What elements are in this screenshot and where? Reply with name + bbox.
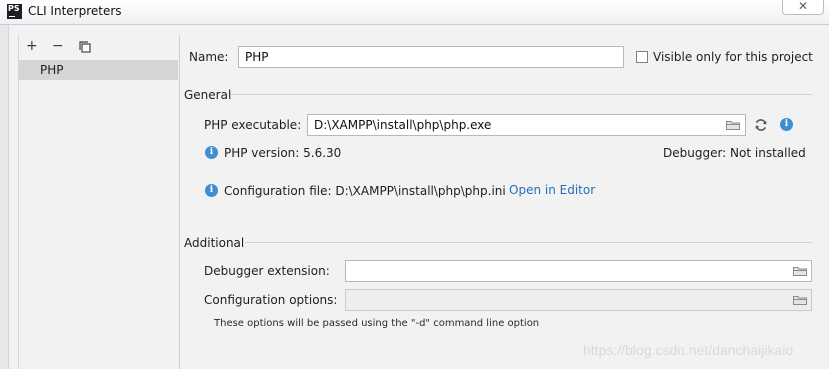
configuration-options-label: Configuration options: bbox=[204, 293, 338, 307]
visible-only-label: Visible only for this project bbox=[653, 50, 813, 64]
general-heading: General bbox=[184, 88, 232, 102]
php-version-text: PHP version: 5.6.30 bbox=[224, 146, 342, 160]
debugger-extension-label: Debugger extension: bbox=[204, 264, 330, 278]
visible-only-checkbox[interactable] bbox=[636, 51, 648, 63]
info-icon: i bbox=[205, 146, 218, 159]
title-bar bbox=[0, 0, 829, 25]
open-in-editor-link[interactable]: Open in Editor bbox=[509, 183, 595, 197]
debugger-status-text: Debugger: Not installed bbox=[663, 146, 806, 160]
close-button[interactable]: ✕ bbox=[782, 0, 824, 15]
window-title: CLI Interpreters bbox=[28, 4, 122, 18]
configuration-file-text: Configuration file: D:\XAMPP\install\php… bbox=[224, 184, 506, 198]
additional-separator bbox=[245, 242, 812, 243]
phpstorm-logo-icon: PS bbox=[7, 4, 22, 19]
options-hint-text: These options will be passed using the "… bbox=[214, 318, 540, 329]
debugger-extension-input[interactable] bbox=[345, 260, 812, 282]
window-edge bbox=[0, 25, 9, 369]
name-label: Name: bbox=[189, 50, 229, 64]
php-executable-input[interactable]: D:\XAMPP\install\php\php.exe bbox=[307, 114, 746, 136]
info-icon[interactable]: i bbox=[780, 118, 793, 131]
configuration-options-input[interactable] bbox=[345, 289, 812, 311]
watermark-text: https://blog.csdn.net/danchaijikaio bbox=[583, 342, 794, 358]
additional-heading: Additional bbox=[184, 236, 245, 250]
add-icon[interactable]: + bbox=[26, 38, 38, 54]
general-separator bbox=[231, 94, 812, 95]
folder-icon[interactable] bbox=[793, 266, 807, 276]
php-executable-label: PHP executable: bbox=[204, 118, 302, 132]
list-item-label: PHP bbox=[40, 63, 64, 77]
folder-icon[interactable] bbox=[726, 120, 740, 130]
info-icon: i bbox=[205, 184, 218, 197]
name-input[interactable]: PHP bbox=[238, 46, 624, 68]
remove-icon[interactable]: − bbox=[52, 38, 64, 54]
interpreter-list-panel bbox=[18, 35, 180, 369]
copy-icon[interactable] bbox=[79, 41, 91, 53]
refresh-icon[interactable] bbox=[754, 118, 768, 132]
folder-icon[interactable] bbox=[793, 295, 807, 305]
